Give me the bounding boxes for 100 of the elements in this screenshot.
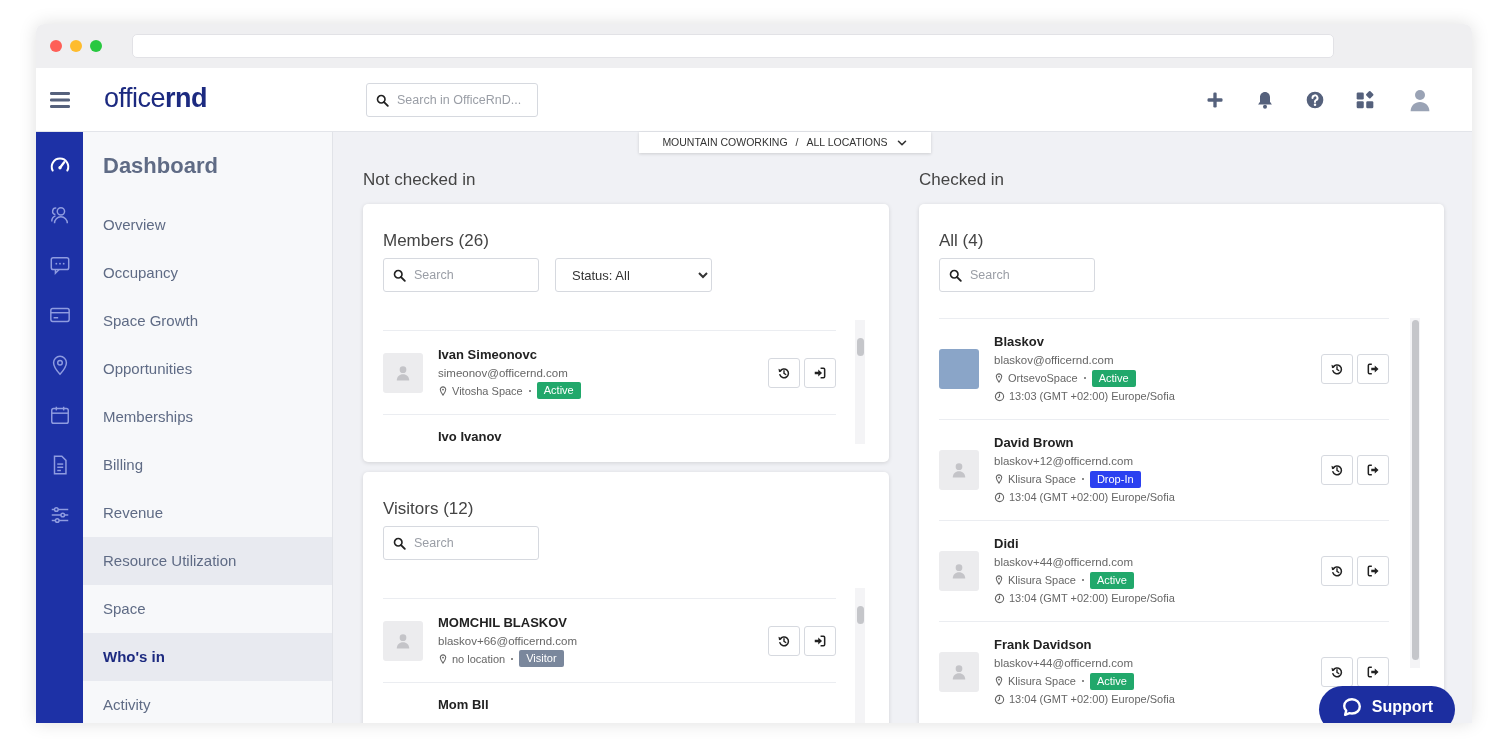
sidebar-item[interactable]: Opportunities (83, 345, 332, 393)
check-out-button[interactable] (1357, 354, 1389, 384)
member-name: Ivan Simeonovc (438, 345, 538, 364)
location-pin-icon (438, 652, 448, 665)
member-name: Didi (994, 535, 1020, 553)
history-icon (1330, 362, 1344, 376)
sign-out-icon (1366, 564, 1380, 578)
check-out-button[interactable] (1357, 657, 1389, 687)
search-icon (392, 268, 407, 283)
location-pin-icon (994, 574, 1004, 586)
history-icon (1330, 564, 1344, 578)
member-location: Klisura Space (1008, 573, 1076, 588)
check-in-time: 13:04 (GMT +02:00) Europe/Sofia (1009, 591, 1175, 606)
location-pin-icon (994, 675, 1004, 687)
sign-out-icon (1366, 665, 1380, 679)
clock-icon (994, 592, 1005, 604)
history-icon (777, 365, 791, 380)
member-name: MOMCHIL BLASKOV (438, 613, 569, 632)
panel-title: All (4) (939, 230, 985, 252)
history-icon (1330, 463, 1344, 477)
member-location: Klisura Space (1008, 674, 1076, 689)
member-email: blaskov@officernd.com (994, 353, 1115, 368)
sidebar-title: Dashboard (102, 152, 219, 180)
clock-icon (994, 491, 1005, 503)
sidebar-item[interactable]: Space (83, 585, 332, 633)
location-pin-icon (994, 473, 1004, 485)
history-icon (1330, 665, 1344, 679)
member-location: OrtsevoSpace (1008, 371, 1078, 386)
window-control-dot (50, 40, 62, 52)
clock-icon (994, 390, 1005, 402)
location-selector[interactable]: MOUNTAIN COWORKING / ALL LOCATIONS (639, 132, 931, 153)
window-control-dot (90, 40, 102, 52)
search-icon (948, 268, 963, 283)
history-button[interactable] (1321, 556, 1353, 586)
check-in-time: 13:04 (GMT +02:00) Europe/Sofia (1009, 692, 1175, 707)
check-out-button[interactable] (1357, 556, 1389, 586)
sidebar-item[interactable]: Memberships (83, 393, 332, 441)
window-control-dot (70, 40, 82, 52)
search-icon (375, 92, 390, 108)
status-tag: Active (1091, 369, 1136, 387)
sidebar-item[interactable]: Occupancy (83, 249, 332, 297)
search-icon (392, 536, 407, 551)
member-email: blaskov+12@officernd.com (994, 454, 1134, 469)
member-email: blaskov+44@officernd.com (994, 555, 1134, 570)
member-email: blaskov+66@officernd.com (438, 633, 577, 649)
status-tag: Active (1089, 672, 1134, 690)
users-icon[interactable] (48, 204, 71, 226)
search-field[interactable]: Search (383, 526, 539, 560)
support-button[interactable]: Support (1319, 686, 1455, 723)
status-tag: Active (1089, 571, 1134, 589)
sidebar-item[interactable]: Revenue (83, 489, 332, 537)
check-in-button[interactable] (804, 625, 836, 656)
history-button[interactable] (768, 625, 800, 656)
status-tag: Active (536, 382, 581, 399)
sidebar-item[interactable]: Who's in (83, 633, 332, 681)
check-in-time: 13:03 (GMT +02:00) Europe/Sofia (1009, 389, 1175, 404)
member-name: Ivo Ivanov (438, 428, 502, 444)
sidebar-item[interactable]: Billing (83, 441, 332, 489)
search-field[interactable]: Search (939, 258, 1095, 292)
member-name: Blaskov (994, 333, 1045, 351)
check-in-time: 13:04 (GMT +02:00) Europe/Sofia (1009, 490, 1175, 505)
sign-out-icon (1366, 362, 1380, 376)
chat-bubble-icon (1340, 696, 1363, 718)
history-button[interactable] (1321, 455, 1353, 485)
history-button[interactable] (768, 357, 800, 388)
history-icon (777, 633, 791, 648)
sign-in-icon (813, 365, 827, 380)
section-heading: Not checked in (363, 169, 477, 191)
member-location: Vitosha Space (452, 383, 523, 399)
status-tag: Drop-In (1089, 470, 1141, 488)
member-location: no location (452, 651, 506, 667)
sign-in-icon (813, 633, 827, 648)
chat-icon[interactable] (48, 254, 71, 276)
status-tag: Visitor (519, 650, 564, 667)
member-name: David Brown (994, 434, 1075, 452)
member-email: simeonov@officernd.com (438, 365, 569, 381)
member-name: Mom Bll (438, 696, 489, 714)
member-name: Frank Davidson (994, 636, 1093, 654)
location-pin-icon (994, 372, 1004, 384)
calendar-icon[interactable] (48, 404, 71, 426)
sidebar-item[interactable]: Activity (83, 681, 332, 723)
sidebar-item[interactable]: Resource Utilization (83, 537, 332, 585)
sign-out-icon (1366, 463, 1380, 477)
clock-icon (994, 693, 1005, 705)
sidebar-item[interactable]: Space Growth (83, 297, 332, 345)
member-location: Klisura Space (1008, 472, 1076, 487)
panel-title: Visitors (12) (383, 498, 475, 520)
check-in-button[interactable] (804, 357, 836, 388)
status-dropdown[interactable]: Status: All (555, 258, 712, 292)
search-field[interactable]: Search in OfficeRnD... (366, 82, 538, 117)
member-email: blaskov+44@officernd.com (994, 656, 1134, 671)
section-heading: Checked in (919, 169, 1006, 191)
location-pin-icon (438, 384, 448, 397)
sidebar-item[interactable]: Overview (83, 201, 332, 249)
panel-title: Members (26) (383, 230, 490, 252)
search-field[interactable]: Search (383, 258, 539, 292)
logo[interactable]: officernd (104, 83, 208, 113)
history-button[interactable] (1321, 354, 1353, 384)
history-button[interactable] (1321, 657, 1353, 687)
check-out-button[interactable] (1357, 455, 1389, 485)
